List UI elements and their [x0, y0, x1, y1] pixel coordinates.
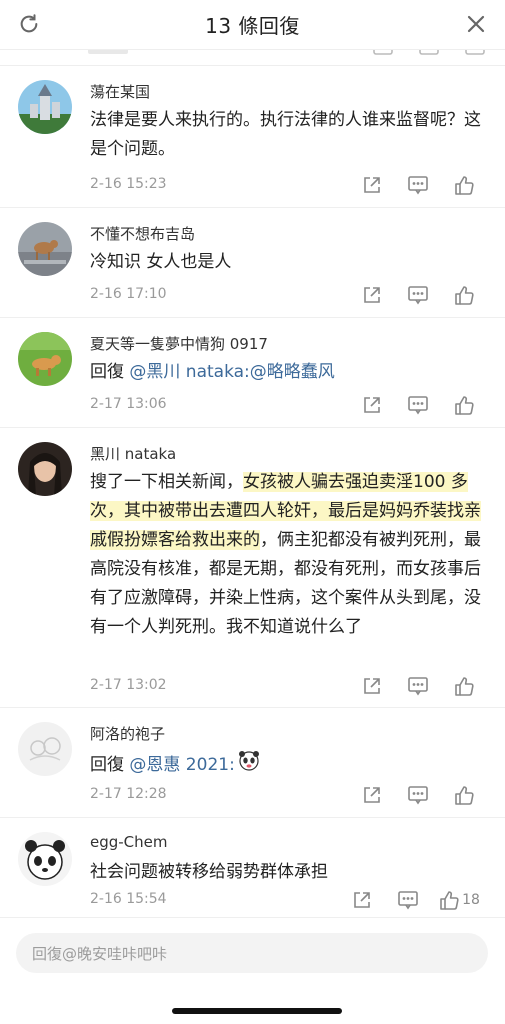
reply-input-placeholder: 回復@晚安哇咔吧咔	[32, 944, 168, 963]
comment-button[interactable]	[395, 673, 441, 699]
timestamp: 2-16 15:54	[90, 891, 167, 907]
like-button[interactable]	[441, 172, 487, 198]
thumbs-up-icon	[440, 891, 459, 910]
comment-button[interactable]	[385, 887, 431, 913]
timestamp: 2-16 17:10	[90, 286, 167, 302]
share-button[interactable]	[339, 887, 385, 913]
share-button[interactable]	[349, 392, 395, 418]
share-icon	[364, 787, 380, 803]
comment-actions: 18	[339, 887, 487, 913]
comment-item: egg-Chem 社会问题被转移给弱势群体承担 2-16 15:54 18	[0, 818, 505, 918]
like-button[interactable]	[441, 673, 487, 699]
like-count: 18	[462, 892, 480, 908]
comment-icon	[408, 677, 428, 696]
timestamp: 2-17 12:28	[90, 786, 167, 802]
thumbs-up-icon	[455, 786, 474, 805]
avatar[interactable]	[18, 222, 72, 276]
timestamp: 2-17 13:02	[90, 677, 167, 693]
comment-list: 蕩在某国 法律是要人来执行的。执行法律的人谁来监督呢？这是个问题。 2-16 1…	[0, 66, 505, 918]
avatar[interactable]	[18, 80, 72, 134]
reply-prefix: 回復	[90, 755, 124, 775]
close-icon	[467, 15, 485, 33]
like-button[interactable]	[441, 282, 487, 308]
comment-actions	[349, 392, 487, 418]
comment-button[interactable]	[395, 282, 441, 308]
sticker-emoji	[237, 748, 261, 782]
home-indicator	[172, 1008, 342, 1014]
timestamp: 2-16 15:23	[90, 176, 167, 192]
username[interactable]: 黑川 nataka	[90, 443, 176, 464]
comment-item: 蕩在某国 法律是要人来执行的。执行法律的人谁来监督呢？这是个问题。 2-16 1…	[0, 66, 505, 208]
avatar[interactable]	[18, 332, 72, 386]
thumbs-up-icon	[455, 396, 474, 415]
comment-button[interactable]	[395, 392, 441, 418]
username[interactable]: 不懂不想布吉岛	[90, 223, 195, 244]
share-button[interactable]	[349, 172, 395, 198]
comment-item: 不懂不想布吉岛 冷知识 女人也是人 2-16 17:10	[0, 208, 505, 318]
comment-text: 法律是要人来执行的。执行法律的人谁来监督呢？这是个问题。	[90, 110, 481, 159]
share-button[interactable]	[349, 673, 395, 699]
like-button[interactable]: 18	[431, 887, 487, 913]
header-bar: 13 條回復	[0, 0, 505, 50]
refresh-icon	[20, 14, 38, 33]
comment-button[interactable]	[395, 782, 441, 808]
close-button[interactable]	[457, 7, 495, 41]
comment-text: 社会问题被转移给弱势群体承担	[90, 862, 328, 882]
reply-input[interactable]: 回復@晚安哇咔吧咔	[16, 933, 488, 973]
username[interactable]: 夏天等一隻夢中情狗 0917	[90, 333, 268, 354]
share-icon	[364, 397, 380, 413]
previous-comment-peek	[0, 50, 505, 66]
share-button[interactable]	[349, 782, 395, 808]
refresh-button[interactable]	[10, 7, 48, 41]
comment-icon	[408, 176, 428, 195]
comment-text: 冷知识 女人也是人	[90, 252, 232, 272]
thumbs-up-icon	[455, 286, 474, 305]
avatar[interactable]	[18, 832, 72, 886]
comment-item: 黑川 nataka 搜了一下相关新闻，女孩被人骗去强迫卖淫100 多次，其中被带…	[0, 428, 505, 708]
comment-replies-screen: 13 條回復 蕩在某国 法律是要人来执行的。执行法律的人谁来监督呢？这是个问题。…	[0, 0, 505, 1024]
avatar[interactable]	[18, 722, 72, 776]
share-icon	[364, 177, 380, 193]
username[interactable]: 阿洛的袍子	[90, 723, 165, 744]
comment-item: 夏天等一隻夢中情狗 0917 回復 @黑川 nataka:@略略蠢风 2-17 …	[0, 318, 505, 428]
comment-text-lead: 搜了一下相关新闻，	[90, 472, 243, 492]
avatar[interactable]	[18, 442, 72, 496]
comment-button[interactable]	[395, 172, 441, 198]
comment-actions	[349, 782, 487, 808]
comment-actions	[349, 172, 487, 198]
comment-item: 阿洛的袍子 回復 @恩惠 2021: 2-17 12:28	[0, 708, 505, 818]
share-icon	[354, 892, 370, 908]
share-button[interactable]	[349, 282, 395, 308]
username[interactable]: 蕩在某国	[90, 81, 150, 102]
comment-text: 回復 @恩惠 2021:	[90, 748, 490, 782]
panda-face-icon	[238, 751, 259, 771]
page-title: 13 條回復	[205, 14, 300, 38]
like-button[interactable]	[441, 782, 487, 808]
comment-actions	[349, 673, 487, 699]
mention-link[interactable]: @恩惠 2021:	[129, 755, 234, 775]
username[interactable]: egg-Chem	[90, 833, 168, 851]
comment-text: 搜了一下相关新闻，女孩被人骗去强迫卖淫100 多次，其中被带出去遭四人轮奸，最后…	[90, 468, 490, 642]
like-button[interactable]	[441, 392, 487, 418]
comment-actions	[349, 282, 487, 308]
comment-text: 回復 @黑川 nataka:@略略蠢风	[90, 358, 490, 387]
thumbs-up-icon	[455, 176, 474, 195]
comment-icon	[408, 786, 428, 805]
comment-icon	[398, 891, 418, 910]
reply-prefix: 回復	[90, 362, 124, 382]
timestamp: 2-17 13:06	[90, 396, 167, 412]
share-icon	[364, 287, 380, 303]
mention-link[interactable]: @黑川 nataka:@略略蠢风	[129, 362, 334, 382]
thumbs-up-icon	[455, 677, 474, 696]
comment-icon	[408, 286, 428, 305]
comment-icon	[408, 396, 428, 415]
share-icon	[364, 678, 380, 694]
